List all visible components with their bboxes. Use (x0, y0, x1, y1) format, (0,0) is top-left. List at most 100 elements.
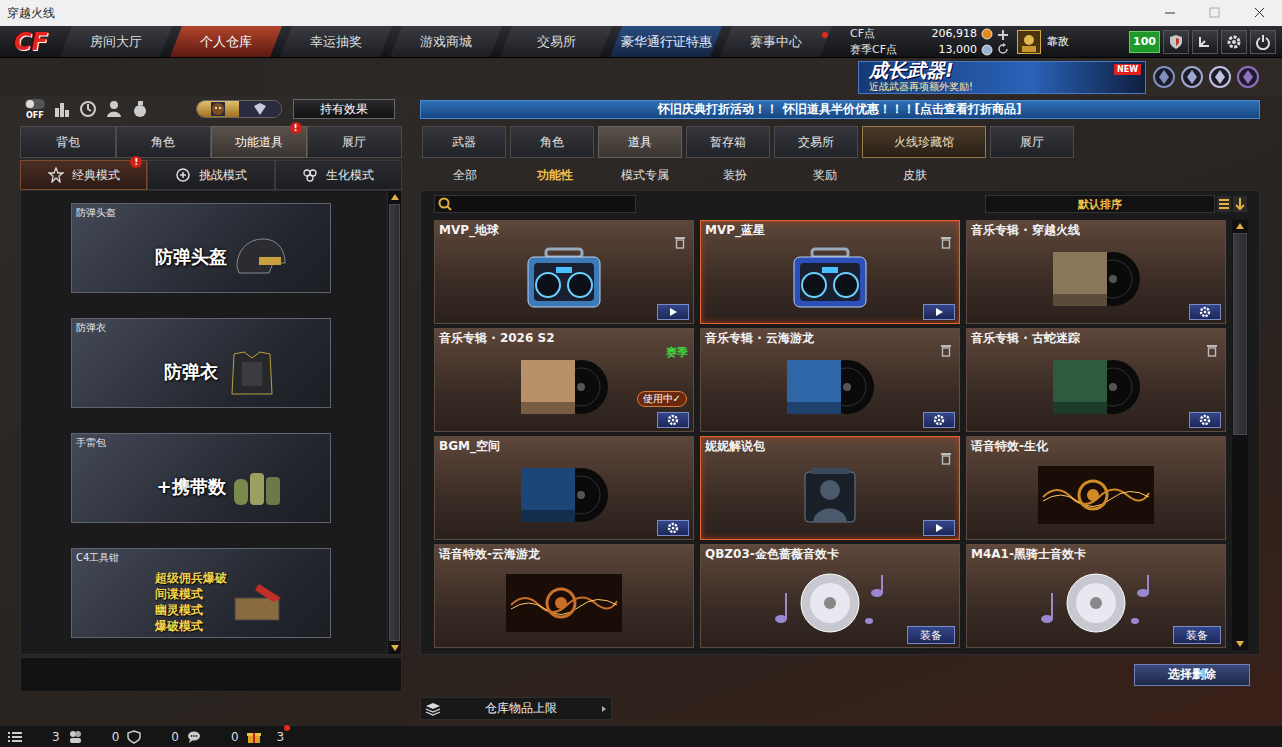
event-2-icon[interactable] (1180, 65, 1204, 89)
delete-button[interactable] (940, 236, 952, 249)
logo[interactable]: CF (0, 26, 62, 57)
nav-tab[interactable]: 幸运抽奖 (280, 26, 392, 57)
capacity-bar[interactable]: 仓库物品上限 (420, 697, 612, 720)
friends-icon[interactable] (68, 730, 82, 744)
maximize-icon[interactable] (1192, 0, 1237, 26)
item-card[interactable]: M4A1-黑骑士音效卡装备 (966, 544, 1226, 648)
inventory-tab[interactable]: 暂存箱 (686, 126, 770, 158)
item-card[interactable]: QBZ03-金色蔷薇音效卡装备 (700, 544, 960, 648)
equipment-slot[interactable]: 防弹衣防弹衣 (71, 318, 331, 408)
scroll-up[interactable] (388, 191, 401, 203)
event-3-icon[interactable] (1208, 65, 1232, 89)
left-tab[interactable]: 展厅 (307, 126, 403, 158)
mode-tab[interactable]: 生化模式 (275, 160, 402, 190)
plus-icon[interactable] (997, 29, 1009, 41)
avatar-icon[interactable] (1017, 30, 1041, 54)
category-tab[interactable]: 皮肤 (870, 160, 960, 190)
category-tab[interactable]: 全部 (420, 160, 510, 190)
view-toggle-option[interactable] (239, 101, 281, 117)
item-card[interactable]: MVP_蓝星 (700, 220, 960, 324)
scroll-thumb[interactable] (1233, 233, 1247, 435)
inventory-tab[interactable]: 火线珍藏馆 (862, 126, 986, 158)
delete-button[interactable] (674, 236, 686, 249)
left-tab[interactable]: 功能道具! (211, 126, 307, 158)
scroll-thumb[interactable] (389, 204, 400, 641)
refresh-icon[interactable] (997, 43, 1009, 55)
scroll-down[interactable] (388, 642, 401, 654)
nav-tab[interactable]: 交易所 (500, 26, 612, 57)
inventory-tab[interactable]: 展厅 (990, 126, 1074, 158)
category-tab[interactable]: 功能性 (510, 160, 600, 190)
character-icon[interactable] (104, 99, 124, 119)
equip-button[interactable]: 装备 (1173, 626, 1221, 644)
equip-button[interactable]: 装备 (907, 626, 955, 644)
delete-button[interactable] (940, 452, 952, 465)
item-card[interactable]: 音乐专辑 · 古蛇迷踪 (966, 328, 1226, 432)
delete-selected-button[interactable]: 选择删除 (1134, 664, 1250, 686)
item-card[interactable]: 语音特效-云海游龙 (434, 544, 694, 648)
power-button[interactable] (1250, 30, 1276, 54)
equipment-slot[interactable]: 防弹头盔防弹头盔 (71, 203, 331, 293)
nav-tab[interactable]: 游戏商城 (390, 26, 502, 57)
scroll-down[interactable] (1232, 638, 1248, 650)
history-icon[interactable] (78, 99, 98, 119)
sort-dropdown[interactable]: 默认排序 (985, 195, 1215, 213)
search-box[interactable] (434, 195, 636, 213)
delete-button[interactable] (1206, 344, 1218, 357)
settings-button[interactable] (1189, 304, 1221, 320)
settings-button[interactable] (1221, 30, 1247, 54)
nav-tab[interactable]: 赛事中心 (720, 26, 832, 57)
off-toggle[interactable]: OFF (24, 98, 46, 120)
inventory-tab[interactable]: 武器 (422, 126, 506, 158)
effect-button[interactable]: 持有效果 (293, 99, 395, 119)
grenade-icon[interactable] (130, 99, 150, 119)
mode-tab[interactable]: 经典模式! (20, 160, 147, 190)
settings-button[interactable] (657, 412, 689, 428)
search-input[interactable] (456, 198, 635, 210)
equipment-slot[interactable]: C4工具钳超级佣兵爆破间谍模式幽灵模式爆破模式 (71, 548, 331, 638)
play-button[interactable] (923, 304, 955, 320)
sort-down-icon[interactable] (1233, 196, 1247, 212)
list-icon[interactable] (1217, 196, 1231, 212)
return-button[interactable] (1192, 30, 1218, 54)
guild-icon[interactable] (127, 730, 141, 744)
item-card[interactable]: 语音特效-生化 (966, 436, 1226, 540)
equipment-slot[interactable]: 手雷包+携带数 (71, 433, 331, 523)
play-button[interactable] (657, 304, 689, 320)
nav-tab[interactable]: 房间大厅 (60, 26, 172, 57)
item-card[interactable]: 音乐专辑 · 云海游龙 (700, 328, 960, 432)
event-4-icon[interactable] (1236, 65, 1260, 89)
mail-item[interactable]: 3 (277, 730, 289, 744)
category-tab[interactable]: 装扮 (690, 160, 780, 190)
close-icon[interactable] (1237, 0, 1282, 26)
view-toggle-option[interactable] (197, 101, 239, 117)
ranking-icon[interactable] (52, 99, 72, 119)
inventory-tab[interactable]: 角色 (510, 126, 594, 158)
inventory-tab[interactable]: 道具 (598, 126, 682, 158)
menu-icon[interactable] (8, 731, 22, 743)
nav-tab[interactable]: 豪华通行证特惠 (610, 26, 722, 57)
notice-bar[interactable]: 怀旧庆典打折活动！！ 怀旧道具半价优惠！！！[点击查看打折商品] (420, 100, 1260, 119)
left-tab[interactable]: 背包 (20, 126, 116, 158)
inventory-tab[interactable]: 交易所 (774, 126, 858, 158)
settings-button[interactable] (1189, 412, 1221, 428)
delete-button[interactable] (940, 344, 952, 357)
event-1-icon[interactable] (1152, 65, 1176, 89)
play-button[interactable] (923, 520, 955, 536)
left-tab[interactable]: 角色 (116, 126, 212, 158)
item-card[interactable]: MVP_地球 (434, 220, 694, 324)
category-tab[interactable]: 模式专属 (600, 160, 690, 190)
minimize-icon[interactable] (1147, 0, 1192, 26)
mode-tab[interactable]: 挑战模式 (147, 160, 274, 190)
settings-button[interactable] (657, 520, 689, 536)
category-tab[interactable]: 奖励 (780, 160, 870, 190)
shield-button[interactable] (1163, 30, 1189, 54)
item-card[interactable]: 音乐专辑 · 2026 S2赛季使用中✓ (434, 328, 694, 432)
item-card[interactable]: BGM_空间 (434, 436, 694, 540)
chat-icon[interactable] (187, 730, 201, 744)
promo-banner[interactable]: 成长武器!近战武器再项额外奖励!NEW (858, 61, 1146, 94)
scroll-up[interactable] (1232, 220, 1248, 232)
nav-tab[interactable]: 个人仓库 (170, 26, 282, 57)
item-card[interactable]: 音乐专辑 · 穿越火线 (966, 220, 1226, 324)
item-card[interactable]: 妮妮解说包 (700, 436, 960, 540)
